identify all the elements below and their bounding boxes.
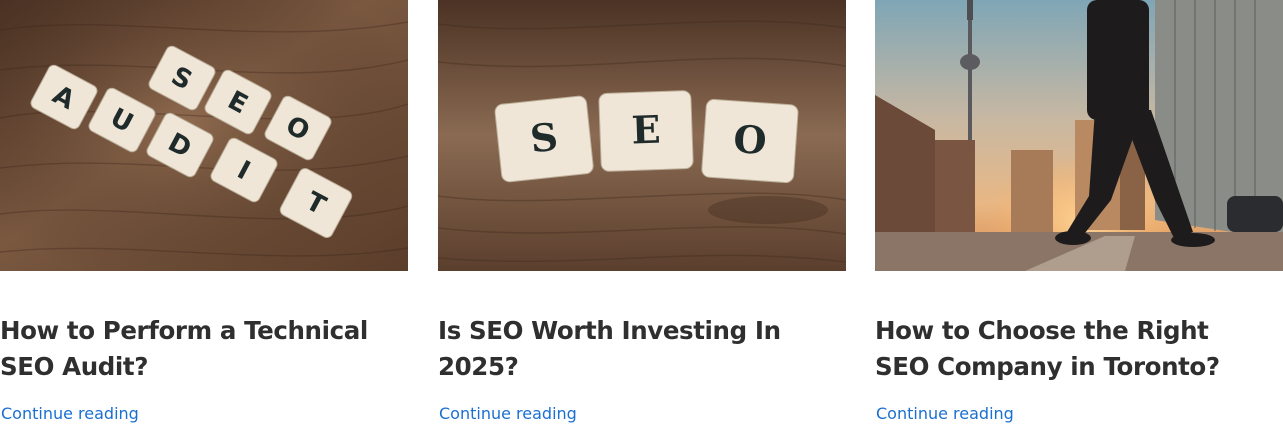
post-thumbnail-link[interactable]: S E O [438, 0, 846, 271]
post-card: S E O Is SEO Worth Investing In 2025? Co… [438, 0, 846, 439]
post-title[interactable]: How to Perform a Technical SEO Audit? [0, 313, 390, 385]
svg-text:E: E [631, 107, 662, 153]
post-title-line: How to Choose the Right [875, 316, 1209, 345]
seo-audit-tiles-image: A U D I T S E O [0, 0, 408, 271]
post-title-line: SEO Company in Toronto? [875, 352, 1220, 381]
post-thumbnail-link[interactable]: A U D I T S E O [0, 0, 408, 271]
svg-text:O: O [732, 116, 768, 163]
continue-reading-link[interactable]: Continue reading [1, 403, 139, 425]
post-card: A U D I T S E O How to Perform a Technic… [0, 0, 408, 439]
post-title-line: 2025? [438, 352, 519, 381]
continue-reading-link[interactable]: Continue reading [876, 403, 1014, 425]
post-title[interactable]: How to Choose the Right SEO Company in T… [875, 313, 1265, 385]
post-card: How to Choose the Right SEO Company in T… [875, 0, 1283, 439]
post-title-line: How to Perform a Technical [0, 316, 368, 345]
blog-post-grid: A U D I T S E O How to Perform a Technic… [0, 0, 1283, 439]
toronto-street-walker-image [875, 0, 1283, 271]
svg-text:S: S [528, 114, 560, 162]
post-thumbnail-link[interactable] [875, 0, 1283, 271]
seo-tiles-image: S E O [438, 0, 846, 271]
post-title[interactable]: Is SEO Worth Investing In 2025? [438, 313, 828, 385]
post-title-line: SEO Audit? [0, 352, 149, 381]
continue-reading-link[interactable]: Continue reading [439, 403, 577, 425]
post-title-line: Is SEO Worth Investing In [438, 316, 781, 345]
